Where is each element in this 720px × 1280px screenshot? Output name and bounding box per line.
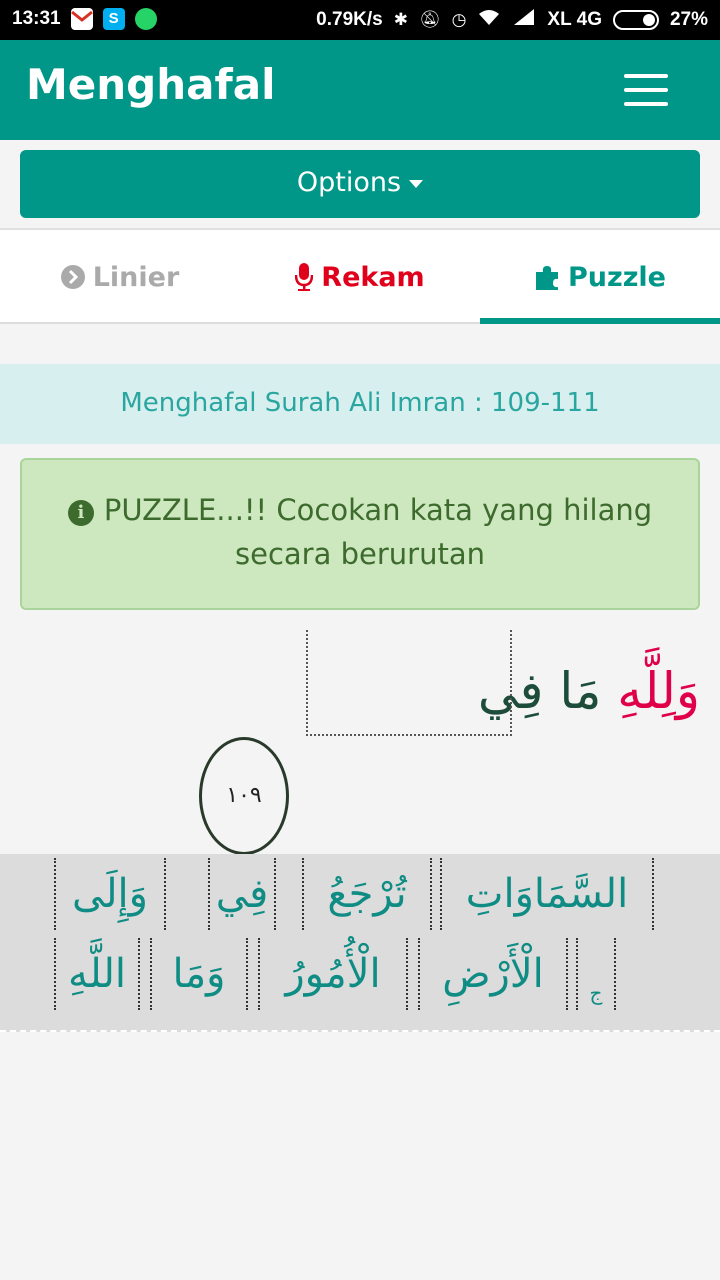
network-speed: 0.79K/s <box>316 8 383 30</box>
bluetooth-icon: ✱ <box>393 9 408 29</box>
tab-rekam[interactable]: Rekam <box>240 230 480 324</box>
mode-tab-bar: Linier Rekam Puzzle <box>0 228 720 324</box>
word-choice[interactable]: وَإِلَى <box>54 858 166 930</box>
options-dropdown-button[interactable]: Options <box>20 150 700 218</box>
microphone-icon <box>295 263 314 291</box>
app-bar: Menghafal <box>0 40 720 140</box>
wifi-icon <box>477 8 501 31</box>
word-choice-pool: السَّمَاوَاتِ تُرْجَعُ فِي وَإِلَى ج الْ… <box>0 854 720 1032</box>
answer-drop-slot[interactable] <box>306 630 512 736</box>
word-choice[interactable]: اللَّهِ <box>54 938 140 1010</box>
caret-down-icon <box>409 179 424 188</box>
word-choice[interactable]: السَّمَاوَاتِ <box>440 858 654 930</box>
chevron-circle-right-icon <box>60 265 85 289</box>
ayah-number-badge: ١٠٩ <box>199 737 289 855</box>
active-tab-indicator <box>480 318 720 324</box>
battery-icon <box>612 9 659 30</box>
carrier-label: XL 4G <box>547 8 602 30</box>
puzzle-instruction-alert: i PUZZLE...!! Cocokan kata yang hilang se… <box>20 458 700 610</box>
options-label: Options <box>296 167 402 198</box>
surah-info: Menghafal Surah Ali Imran : 109-111 <box>0 364 720 444</box>
status-bar: 13:31 S 0.79K/s ✱ 🔕︎ ◷ XL 4G 27% <box>0 0 720 40</box>
verse-text: وَلِلَّهِ مَا فِي <box>478 646 700 736</box>
verse-area: وَلِلَّهِ مَا فِي ١٠٩ <box>0 630 720 855</box>
gmail-icon <box>70 8 93 30</box>
word-choice[interactable]: ج <box>576 938 616 1010</box>
info-circle-icon: i <box>67 500 94 526</box>
hamburger-menu-icon[interactable] <box>624 74 668 106</box>
signal-icon <box>512 8 536 31</box>
word-choice[interactable]: الْأُمُورُ <box>258 938 408 1010</box>
battery-level: 27% <box>669 8 708 30</box>
mute-icon: 🔕︎ <box>418 9 441 29</box>
tab-linier[interactable]: Linier <box>0 230 240 324</box>
verse-highlight-word: وَلِلَّهِ <box>617 662 700 720</box>
tab-puzzle[interactable]: Puzzle <box>480 230 720 324</box>
app-title: Menghafal <box>26 60 276 109</box>
alarm-icon: ◷ <box>451 9 467 29</box>
tab-puzzle-label: Puzzle <box>567 261 666 293</box>
word-choice[interactable]: تُرْجَعُ <box>302 858 432 930</box>
word-choice[interactable]: وَمَا <box>150 938 248 1010</box>
word-choice[interactable]: الْأَرْضِ <box>418 938 568 1010</box>
whatsapp-icon <box>134 8 157 30</box>
tab-rekam-label: Rekam <box>321 261 425 293</box>
word-choice[interactable]: فِي <box>208 858 276 930</box>
skype-icon: S <box>102 8 125 30</box>
tab-linier-label: Linier <box>92 261 180 293</box>
puzzle-piece-icon <box>534 264 560 290</box>
status-time: 13:31 <box>12 8 61 29</box>
alert-text: PUZZLE...!! Cocokan kata yang hilang sec… <box>103 493 653 571</box>
